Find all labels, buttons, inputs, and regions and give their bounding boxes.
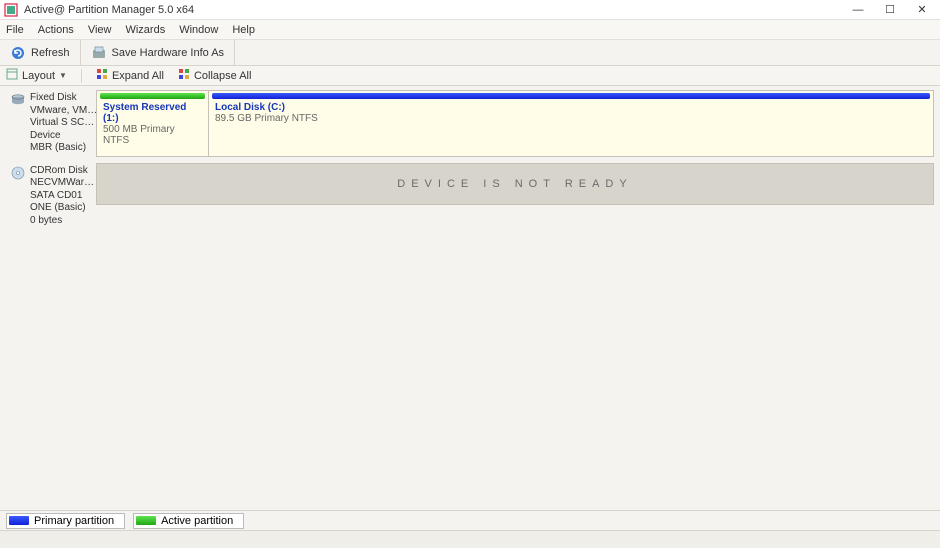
- layout-icon: [6, 68, 18, 83]
- disk-line: ONE (Basic): [30, 202, 98, 215]
- disk-line: MBR (Basic): [30, 142, 98, 155]
- menu-file[interactable]: File: [6, 24, 24, 36]
- partition-name: Local Disk (C:): [215, 102, 927, 113]
- collapse-all-button[interactable]: Collapse All: [178, 68, 251, 83]
- menu-help[interactable]: Help: [232, 24, 255, 36]
- window-title: Active@ Partition Manager 5.0 x64: [24, 4, 844, 16]
- disk-row: Fixed Disk VMware, VMware Virtual S SCSI…: [6, 90, 934, 157]
- save-hwinfo-button[interactable]: Save Hardware Info As: [81, 40, 236, 65]
- legend-primary: Primary partition: [6, 513, 125, 529]
- refresh-icon: [10, 45, 26, 61]
- main-area: Fixed Disk VMware, VMware Virtual S SCSI…: [0, 86, 940, 510]
- collapse-label: Collapse All: [194, 70, 251, 82]
- legend-swatch-green: [136, 516, 156, 525]
- disk-line: Fixed Disk: [30, 92, 98, 105]
- layout-label: Layout: [22, 70, 55, 82]
- legend-swatch-blue: [9, 516, 29, 525]
- hdd-icon: [10, 92, 26, 108]
- partition-box[interactable]: System Reserved (1:) 500 MB Primary NTFS: [97, 91, 209, 156]
- minimize-button[interactable]: —: [844, 1, 872, 19]
- menu-window[interactable]: Window: [179, 24, 218, 36]
- legend-primary-label: Primary partition: [34, 515, 114, 527]
- cd-icon: [10, 165, 26, 181]
- toolbar: Refresh Save Hardware Info As: [0, 40, 940, 66]
- menu-view[interactable]: View: [88, 24, 112, 36]
- disk-line: NECVMWarVMware: [30, 177, 98, 190]
- not-ready-label: DEVICE IS NOT READY: [397, 178, 632, 190]
- menu-wizards[interactable]: Wizards: [125, 24, 165, 36]
- app-icon: [4, 3, 18, 17]
- window-controls: — ☐ ✕: [844, 1, 936, 19]
- partition-area-notready[interactable]: DEVICE IS NOT READY: [96, 163, 934, 205]
- collapse-icon: [178, 68, 190, 83]
- legend-active-label: Active partition: [161, 515, 233, 527]
- expand-all-button[interactable]: Expand All: [96, 68, 164, 83]
- maximize-button[interactable]: ☐: [876, 1, 904, 19]
- refresh-button[interactable]: Refresh: [0, 40, 81, 65]
- disk-info[interactable]: Fixed Disk VMware, VMware Virtual S SCSI…: [6, 90, 96, 157]
- menu-actions[interactable]: Actions: [38, 24, 74, 36]
- disk-line: CDRom Disk: [30, 165, 98, 178]
- save-hwinfo-label: Save Hardware Info As: [112, 47, 225, 59]
- titlebar: Active@ Partition Manager 5.0 x64 — ☐ ✕: [0, 0, 940, 20]
- partition-bar-primary: [212, 93, 930, 99]
- close-button[interactable]: ✕: [908, 1, 936, 19]
- expand-label: Expand All: [112, 70, 164, 82]
- subtoolbar: Layout ▼ Expand All Collapse All: [0, 66, 940, 86]
- save-icon: [91, 45, 107, 61]
- disk-line: Device: [30, 130, 98, 143]
- dropdown-icon: ▼: [59, 71, 67, 80]
- layout-button[interactable]: Layout ▼: [6, 68, 67, 83]
- disk-info[interactable]: CDRom Disk NECVMWarVMware SATA CD01 ONE …: [6, 163, 96, 230]
- legend-bar: Primary partition Active partition: [0, 510, 940, 530]
- disk-line: SATA CD01: [30, 190, 98, 203]
- partition-area: System Reserved (1:) 500 MB Primary NTFS…: [96, 90, 934, 157]
- legend-active: Active partition: [133, 513, 244, 529]
- disk-line: Virtual S SCSI Disk: [30, 117, 98, 130]
- partition-name: System Reserved (1:): [103, 102, 202, 124]
- partition-detail: 89.5 GB Primary NTFS: [215, 113, 927, 124]
- partition-detail: 500 MB Primary NTFS: [103, 124, 202, 146]
- menubar: File Actions View Wizards Window Help: [0, 20, 940, 40]
- separator: [81, 69, 82, 83]
- statusbar: [0, 530, 940, 548]
- expand-icon: [96, 68, 108, 83]
- partition-bar-active: [100, 93, 205, 99]
- partition-box[interactable]: Local Disk (C:) 89.5 GB Primary NTFS: [209, 91, 933, 156]
- disk-row: CDRom Disk NECVMWarVMware SATA CD01 ONE …: [6, 163, 934, 230]
- refresh-label: Refresh: [31, 47, 70, 59]
- disk-line: VMware, VMware: [30, 105, 98, 118]
- disk-line: 0 bytes: [30, 215, 98, 228]
